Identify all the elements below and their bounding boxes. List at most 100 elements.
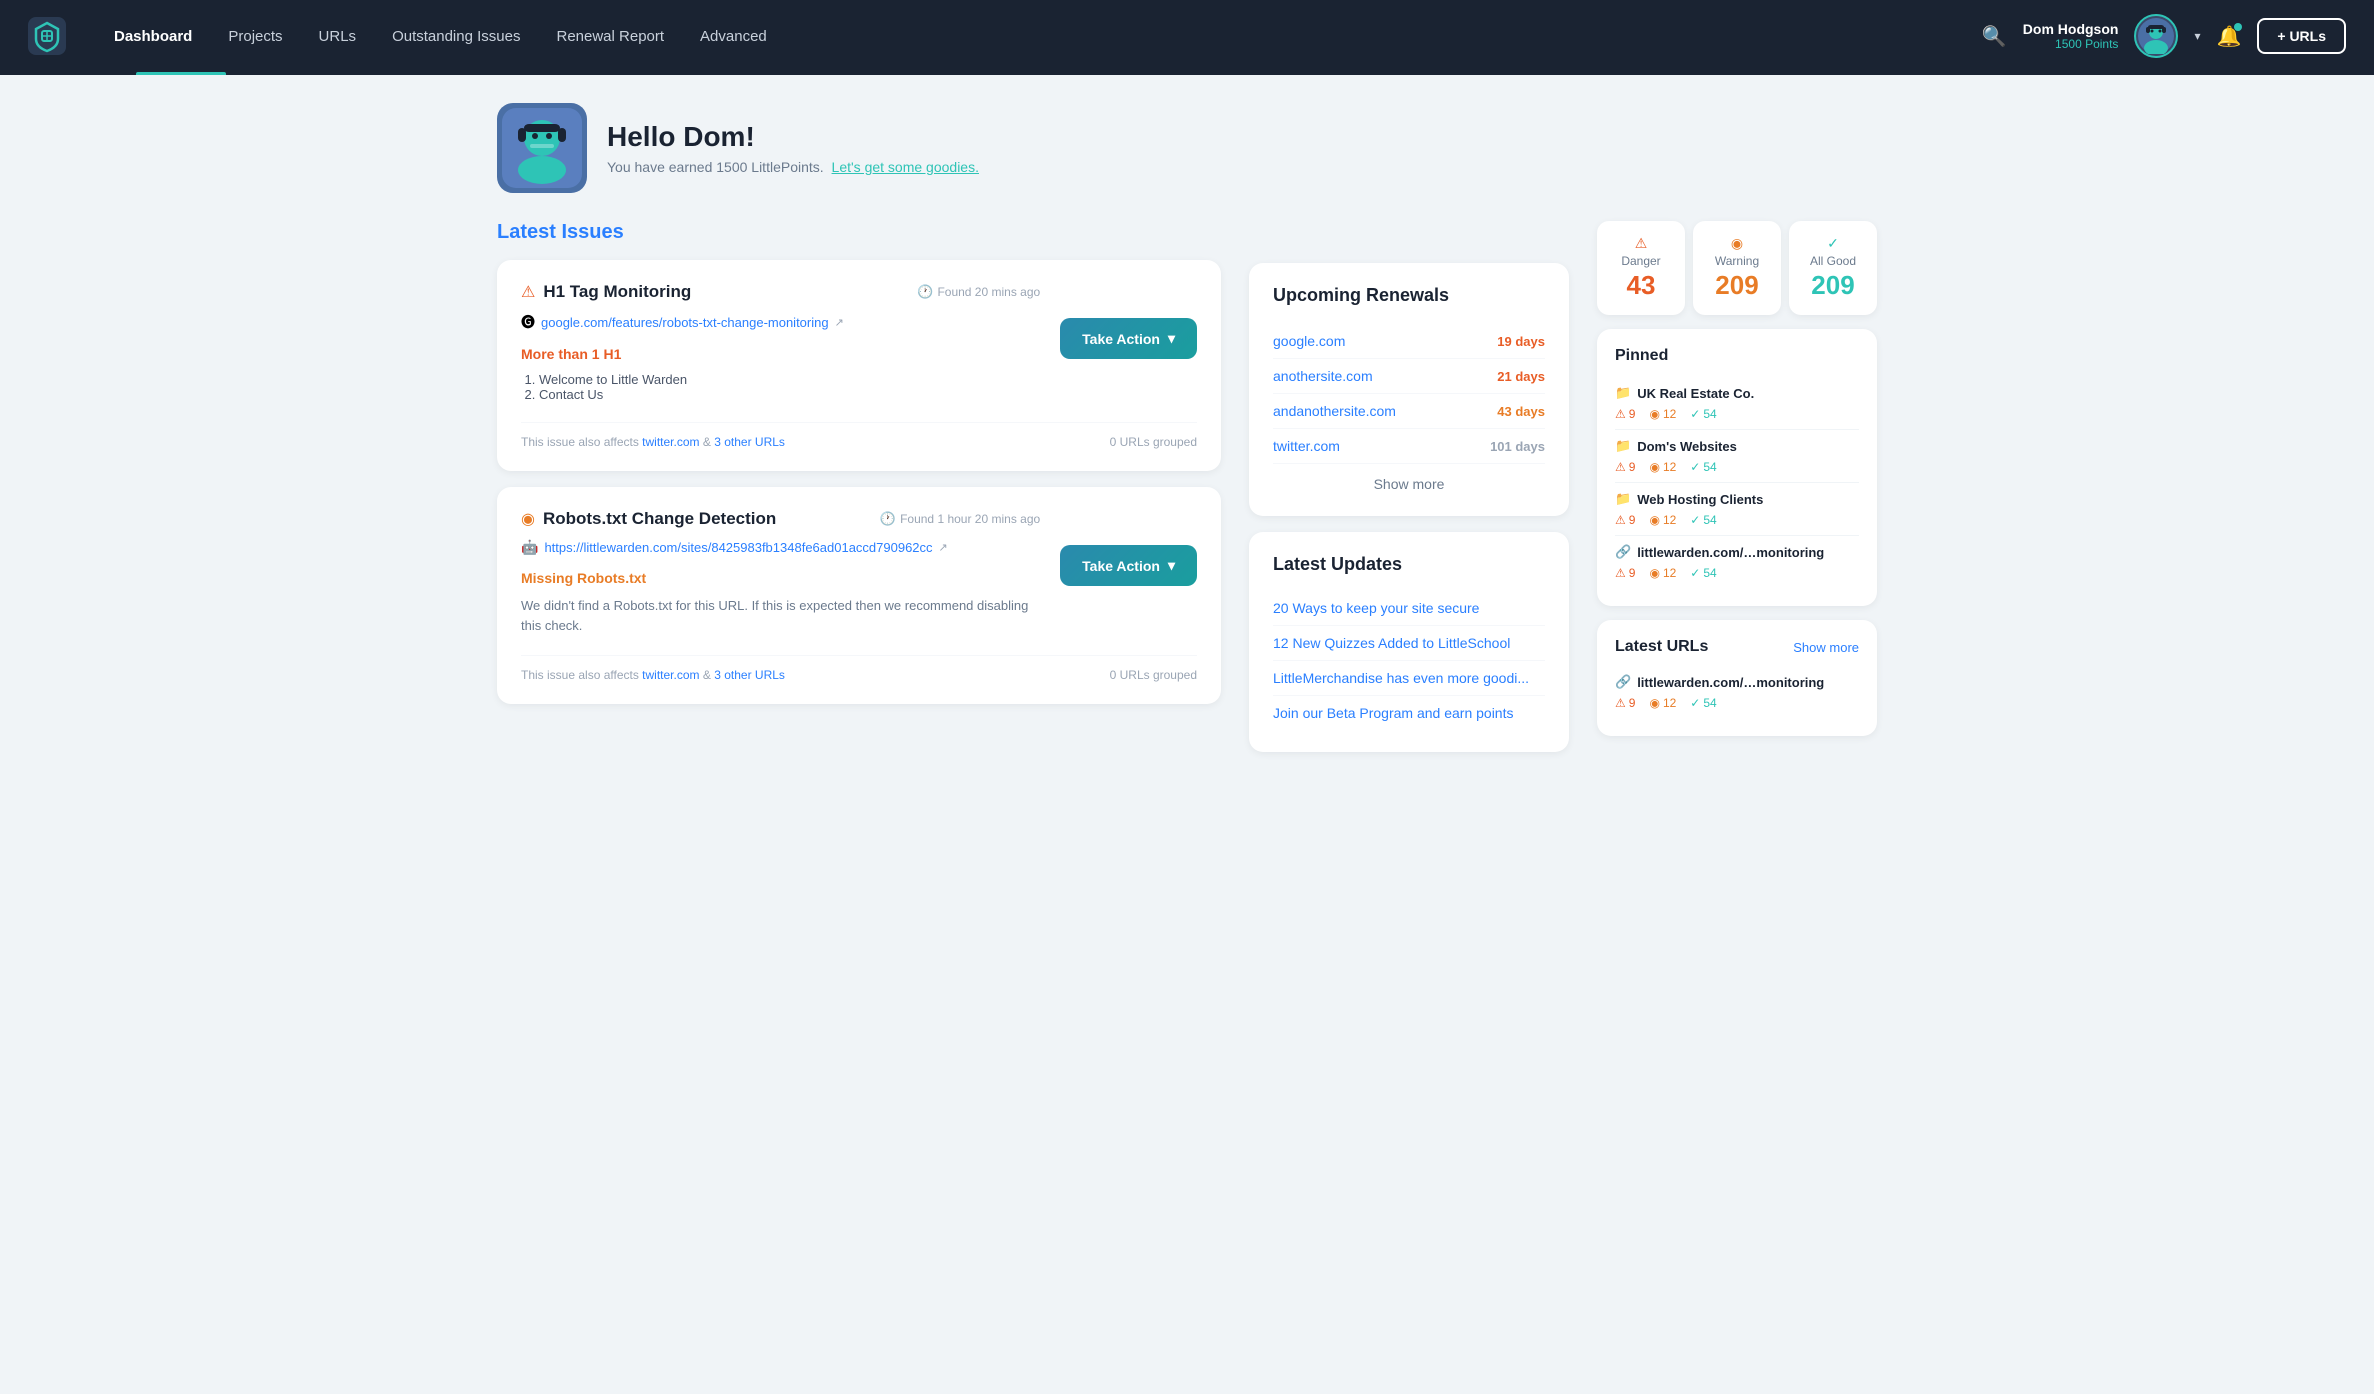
issue-affects-2: This issue also affects twitter.com & 3 … (521, 668, 785, 682)
pinned-warning-4: ◉12 (1649, 566, 1676, 580)
pinned-warning-3: ◉12 (1649, 513, 1676, 527)
welcome-subtitle: You have earned 1500 LittlePoints. Let's… (607, 159, 979, 175)
affects-extra-link-1[interactable]: 3 other URLs (714, 435, 785, 449)
folder-icon-1: 📁 (1615, 385, 1631, 401)
issue-title-1: H1 Tag Monitoring (543, 282, 691, 302)
show-more-link[interactable]: Show more (1374, 476, 1445, 492)
google-icon-1: 🅖 (521, 312, 535, 332)
issue-grouped-2: 0 URLs grouped (1110, 668, 1197, 682)
latest-urls-section: Latest URLs Show more 🔗 littlewarden.com… (1597, 620, 1877, 736)
update-item-1[interactable]: 20 Ways to keep your site secure (1273, 591, 1545, 626)
stat-good-label: All Good (1799, 254, 1867, 268)
welcome-text: Hello Dom! You have earned 1500 LittlePo… (607, 121, 979, 175)
pinned-name-1: UK Real Estate Co. (1637, 386, 1754, 401)
notification-bell[interactable]: 🔔 (2216, 24, 2241, 49)
url-good-1: ✓54 (1690, 696, 1716, 710)
renewal-domain-3[interactable]: andanothersite.com (1273, 403, 1396, 419)
latest-issues-title: Latest Issues (497, 221, 1221, 244)
renewal-domain-1[interactable]: google.com (1273, 333, 1345, 349)
nav-link-urls[interactable]: URLs (303, 18, 373, 55)
url-warning-1: ◉12 (1649, 696, 1676, 710)
issue-grouped-1: 0 URLs grouped (1110, 435, 1197, 449)
nav-link-projects[interactable]: Projects (212, 18, 298, 55)
warning-icon-2: ◉ (521, 509, 535, 529)
link-icon-url-1: 🔗 (1615, 674, 1631, 690)
renewals-show-more[interactable]: Show more (1273, 463, 1545, 494)
avatar[interactable] (2134, 14, 2178, 58)
renewal-item-3: andanothersite.com 43 days (1273, 394, 1545, 429)
chevron-icon-2: ▾ (1168, 557, 1175, 574)
renewal-item-2: anothersite.com 21 days (1273, 359, 1545, 394)
issue-url-2[interactable]: https://littlewarden.com/sites/8425983fb… (544, 540, 932, 555)
pinned-warning-2: ◉12 (1649, 460, 1676, 474)
renewal-days-4: 101 days (1490, 439, 1545, 454)
pinned-good-4: ✓54 (1690, 566, 1716, 580)
external-link-icon-1[interactable]: ↗ (835, 316, 844, 329)
affects-extra-link-2[interactable]: 3 other URLs (714, 668, 785, 682)
pinned-danger-4: ⚠9 (1615, 566, 1635, 580)
notification-dot (2234, 23, 2242, 31)
nav-logo[interactable] (28, 17, 66, 55)
url-danger-1: ⚠9 (1615, 696, 1635, 710)
issue-time-1: Found 20 mins ago (937, 285, 1040, 299)
nav-user-name: Dom Hodgson (2023, 21, 2119, 37)
affects-link-1[interactable]: twitter.com (642, 435, 699, 449)
pinned-warning-1: ◉12 (1649, 407, 1676, 421)
renewals-title: Upcoming Renewals (1273, 285, 1545, 306)
stat-card-danger[interactable]: ⚠ Danger 43 (1597, 221, 1685, 315)
renewal-domain-4[interactable]: twitter.com (1273, 438, 1340, 454)
take-action-label-2: Take Action (1082, 558, 1160, 574)
issue-title-2: Robots.txt Change Detection (543, 509, 776, 529)
renewal-domain-2[interactable]: anothersite.com (1273, 368, 1373, 384)
add-urls-button[interactable]: + URLs (2257, 18, 2346, 54)
updates-card: Latest Updates 20 Ways to keep your site… (1249, 532, 1569, 752)
chevron-down-icon[interactable]: ▾ (2194, 29, 2200, 43)
pinned-danger-1: ⚠9 (1615, 407, 1635, 421)
pinned-item-2[interactable]: 📁 Dom's Websites ⚠9 ◉12 ✓54 (1615, 430, 1859, 483)
pinned-title: Pinned (1615, 347, 1859, 365)
renewal-days-3: 43 days (1497, 404, 1545, 419)
warning-icon-stat: ◉ (1703, 235, 1771, 252)
search-icon[interactable]: 🔍 (1982, 24, 2007, 49)
nav-link-dashboard[interactable]: Dashboard (98, 18, 208, 55)
nav-right: 🔍 Dom Hodgson 1500 Points ▾ (1982, 14, 2346, 58)
pinned-danger-2: ⚠9 (1615, 460, 1635, 474)
welcome-cta-link[interactable]: Let's get some goodies. (832, 159, 979, 175)
chevron-icon-1: ▾ (1168, 330, 1175, 347)
clock-icon-1: 🕐 (917, 284, 933, 300)
external-link-icon-2[interactable]: ↗ (939, 541, 948, 554)
issue-list-item-2: Contact Us (539, 387, 1040, 402)
pinned-danger-3: ⚠9 (1615, 513, 1635, 527)
nav-link-outstanding[interactable]: Outstanding Issues (376, 18, 536, 55)
take-action-button-2[interactable]: Take Action ▾ (1060, 545, 1197, 586)
renewal-days-1: 19 days (1497, 334, 1545, 349)
renewal-days-2: 21 days (1497, 369, 1545, 384)
pinned-name-2: Dom's Websites (1637, 439, 1737, 454)
update-item-4[interactable]: Join our Beta Program and earn points (1273, 696, 1545, 730)
pinned-item-3[interactable]: 📁 Web Hosting Clients ⚠9 ◉12 ✓54 (1615, 483, 1859, 536)
pinned-item-1[interactable]: 📁 UK Real Estate Co. ⚠9 ◉12 ✓54 (1615, 377, 1859, 430)
nav-link-advanced[interactable]: Advanced (684, 18, 783, 55)
nav-link-renewal[interactable]: Renewal Report (540, 18, 680, 55)
issue-card-1: ⚠ H1 Tag Monitoring 🕐 Found 20 mins ago … (497, 260, 1221, 471)
stat-danger-value: 43 (1607, 270, 1675, 301)
latest-urls-title: Latest URLs (1615, 638, 1708, 656)
stat-danger-label: Danger (1607, 254, 1675, 268)
pinned-item-4[interactable]: 🔗 littlewarden.com/…monitoring ⚠9 ◉12 ✓5… (1615, 536, 1859, 588)
stat-card-good[interactable]: ✓ All Good 209 (1789, 221, 1877, 315)
take-action-button-1[interactable]: Take Action ▾ (1060, 318, 1197, 359)
latest-url-item-1[interactable]: 🔗 littlewarden.com/…monitoring ⚠9 ◉12 ✓5… (1615, 666, 1859, 718)
issue-url-1[interactable]: google.com/features/robots-txt-change-mo… (541, 315, 829, 330)
robots-icon-2: 🤖 (521, 539, 538, 556)
issue-affects-1: This issue also affects twitter.com & 3 … (521, 435, 785, 449)
nav-links: Dashboard Projects URLs Outstanding Issu… (98, 18, 1982, 55)
link-icon-4: 🔗 (1615, 544, 1631, 560)
update-item-3[interactable]: LittleMerchandise has even more goodi... (1273, 661, 1545, 696)
welcome-avatar (497, 103, 587, 193)
stat-card-warning[interactable]: ◉ Warning 209 (1693, 221, 1781, 315)
latest-urls-show-more[interactable]: Show more (1793, 640, 1859, 655)
pinned-good-1: ✓54 (1690, 407, 1716, 421)
update-item-2[interactable]: 12 New Quizzes Added to LittleSchool (1273, 626, 1545, 661)
pinned-good-3: ✓54 (1690, 513, 1716, 527)
affects-link-2[interactable]: twitter.com (642, 668, 699, 682)
